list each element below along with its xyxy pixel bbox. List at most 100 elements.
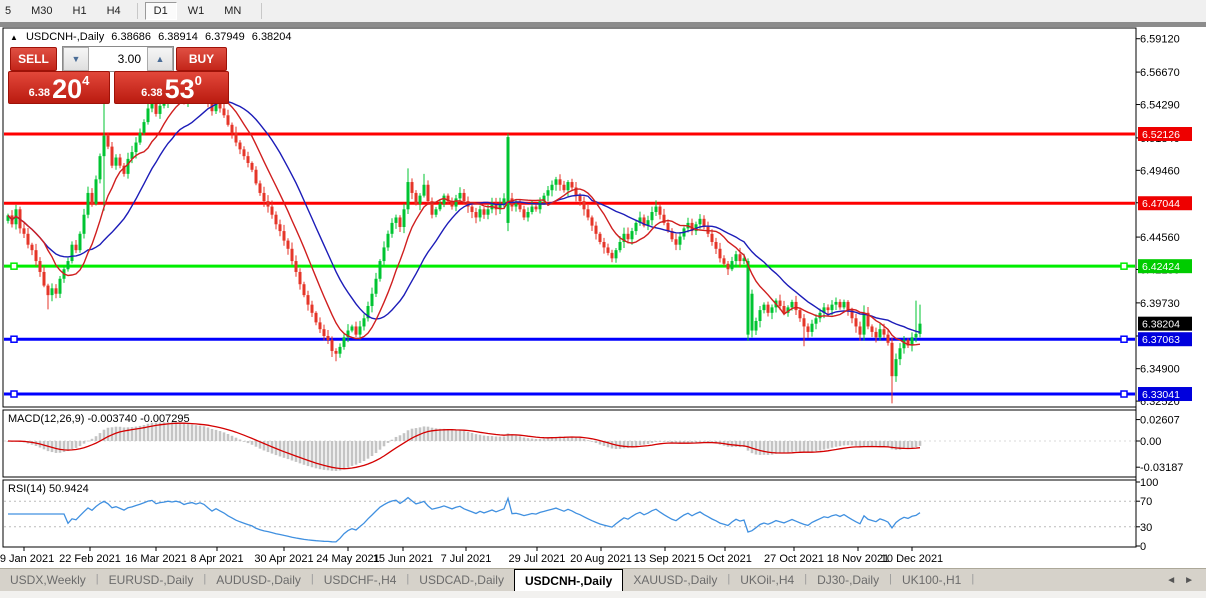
chart-tab-uk100-h1[interactable]: UK100-,H1 [892,569,971,592]
macd-histogram-bar [490,436,494,441]
timeframe-button-h1[interactable]: H1 [64,2,96,20]
macd-histogram-bar [774,441,778,454]
chart-tab-ukoil-h4[interactable]: UKOil-,H4 [730,569,804,592]
timeframe-button-m30[interactable]: M30 [22,2,61,20]
line-handle[interactable] [1120,262,1128,270]
chart-tab-eurusd-daily[interactable]: EURUSD-,Daily [99,569,204,592]
candle-body [890,342,894,377]
candle-body [398,217,402,227]
candle-body [726,263,730,270]
candle-body [226,115,230,125]
candle-body [222,108,226,116]
timeframe-button-mn[interactable]: MN [215,2,250,20]
sell-button[interactable]: SELL [10,47,57,71]
candle-body [810,323,814,332]
tabs-scroll-left-icon[interactable]: ◄ [1166,575,1176,586]
macd-histogram-bar [358,441,362,463]
macd-histogram-bar [514,435,518,441]
macd-histogram-bar [542,438,546,441]
candle-body [326,335,330,341]
chart-tab-usdcad-daily[interactable]: USDCAD-,Daily [409,569,514,592]
date-label: 29 Jul 2021 [509,553,566,565]
line-handle[interactable] [1120,390,1128,398]
current-price-text: 6.38204 [1142,319,1180,331]
candle-body [106,135,110,147]
volume-decrease-button[interactable]: ▼ [63,47,89,71]
price-tick-label: 6.44560 [1140,232,1180,244]
chart-tab-dj30-daily[interactable]: DJ30-,Daily [807,569,889,592]
line-handle[interactable] [10,390,18,398]
macd-histogram-bar [390,439,394,441]
macd-histogram-bar [106,427,110,441]
candle-body [110,146,114,166]
macd-histogram-bar [330,441,334,471]
candle-body [350,326,354,331]
volume-stepper: ▼ 3.00 ▲ [62,46,174,72]
candle-body [514,203,518,207]
macd-histogram-bar [866,441,870,447]
macd-histogram-bar [906,441,910,449]
buy-price-big: 53 [164,74,195,104]
macd-histogram-bar [354,441,358,465]
chart-tab-xauusd-daily[interactable]: XAUUSD-,Daily [623,569,727,592]
candle-body [578,195,582,202]
macd-histogram-bar [734,441,738,447]
macd-histogram-bar [474,434,478,441]
candle-body [518,203,522,210]
macd-histogram-bar [246,441,250,444]
candle-body [298,271,302,285]
macd-histogram-bar [290,441,294,461]
rsi-axis-label: 100 [1140,477,1158,489]
macd-histogram-bar [226,434,230,441]
buy-button[interactable]: BUY [176,47,227,71]
macd-histogram-bar [834,441,838,447]
macd-histogram-bar [98,433,102,441]
sell-price-prefix: 6.38 [28,87,51,99]
candle-body [266,201,270,207]
candle-body [342,337,346,347]
macd-histogram-bar [210,429,214,441]
macd-histogram-bar [910,441,914,448]
timeframe-button-h4[interactable]: H4 [98,2,130,20]
volume-increase-button[interactable]: ▲ [147,47,173,71]
timeframe-button-w1[interactable]: W1 [179,2,214,20]
candle-body [426,184,430,202]
candle-body [482,209,486,215]
buy-price-button[interactable]: 6.38 53 0 [114,71,229,104]
macd-histogram-bar [190,424,194,441]
volume-input[interactable]: 3.00 [89,47,147,71]
macd-histogram-bar [646,441,650,444]
candle-body [30,244,34,251]
chart-tab-usdchf-h4[interactable]: USDCHF-,H4 [314,569,407,592]
candle-body [586,209,590,218]
tabs-scroll-right-icon[interactable]: ► [1184,575,1194,586]
candle-body [254,169,258,184]
candle-body [538,201,542,210]
chart-tab-usdx-weekly[interactable]: USDX,Weekly [0,569,96,592]
candle-body [798,310,802,319]
chart-tab-usdcnh-daily[interactable]: USDCNH-,Daily [513,569,624,592]
macd-histogram-bar [494,436,498,441]
line-handle[interactable] [1120,335,1128,343]
date-label: 13 Sep 2021 [634,553,696,565]
macd-histogram-bar [530,438,534,441]
candle-body [238,142,242,150]
candle-body [270,206,274,215]
buy-price-pip: 0 [194,73,202,88]
candle-body [546,190,550,196]
line-handle[interactable] [10,262,18,270]
macd-histogram-bar [698,441,702,442]
timeframe-button-5[interactable]: 5 [0,2,20,20]
macd-histogram-bar [314,441,318,469]
macd-histogram-bar [806,441,810,453]
date-label: 22 Feb 2021 [59,553,121,565]
macd-histogram-bar [294,441,298,462]
line-handle[interactable] [10,335,18,343]
timeframe-button-d1[interactable]: D1 [144,2,177,20]
macd-histogram-bar [782,441,786,454]
candle-body [258,183,262,193]
sell-price-button[interactable]: 6.38 20 4 [8,71,110,104]
chart-tab-audusd-daily[interactable]: AUDUSD-,Daily [206,569,311,592]
candle-body [310,304,314,313]
candle-body [602,241,606,248]
